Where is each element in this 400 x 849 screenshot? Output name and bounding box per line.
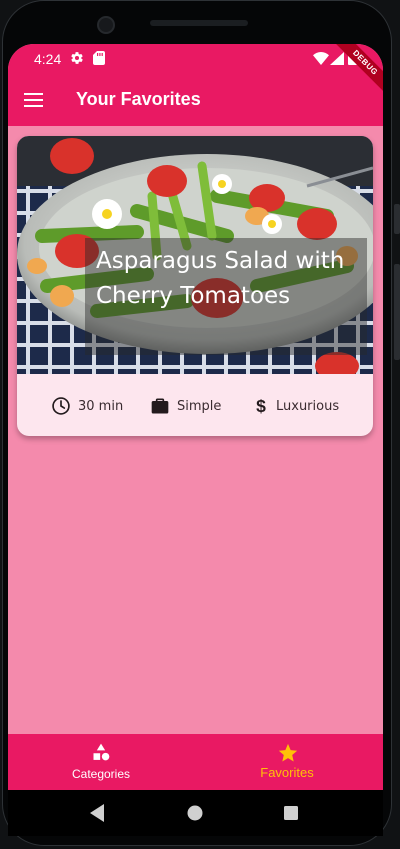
svg-text:$: $ [256,396,266,416]
gear-icon [71,52,83,64]
category-shapes-icon [93,743,110,761]
menu-icon[interactable] [24,90,44,110]
briefcase-icon [151,398,169,414]
affordability-text: Luxurious [276,398,340,414]
dollar-icon: $ [256,396,266,416]
recents-icon[interactable] [283,805,299,821]
status-bar: 4:24 DEBUG [8,44,383,97]
tab-favorites-label: Favorites [260,765,314,780]
meal-image: Asparagus Salad with Cherry Tomatoes [17,136,373,374]
wifi-icon [313,52,329,65]
favorites-list: Asparagus Salad with Cherry Tomatoes 30 … [8,126,383,734]
star-icon [278,743,298,762]
volume-button [394,264,400,360]
meal-card[interactable]: Asparagus Salad with Cherry Tomatoes 30 … [17,136,373,436]
phone-screen: 4:24 DEBUG Your Favorites Asparagus Sala… [8,44,383,790]
meal-meta-row: 30 min Simple $ Luxurious [17,374,373,436]
page-title: Your Favorites [76,89,201,109]
affordability-meta: $ Luxurious [253,395,339,417]
duration-text: 30 min [78,398,124,414]
app-bar: 4:24 DEBUG Your Favorites [8,44,383,126]
complexity-text: Simple [177,398,222,414]
sd-card-icon [93,51,105,65]
duration-meta: 30 min [51,395,123,417]
earpiece-speaker [150,20,248,26]
meal-title-overlay: Asparagus Salad with Cherry Tomatoes [85,238,367,355]
status-time: 4:24 [34,51,62,67]
complexity-meta: Simple [150,395,221,417]
system-navigation-bar [8,790,383,836]
side-button [394,204,400,234]
tab-categories-label: Categories [71,767,131,781]
home-icon[interactable] [186,804,204,822]
device-frame: 4:24 DEBUG Your Favorites Asparagus Sala… [0,0,400,849]
meal-title: Asparagus Salad with Cherry Tomatoes [96,248,345,309]
back-icon[interactable] [90,804,106,822]
bottom-navigation: Categories Favorites [8,734,383,790]
signal-icon [330,52,344,65]
clock-icon [52,397,70,415]
front-camera [97,16,115,34]
tab-favorites[interactable]: Favorites [194,734,380,790]
tab-categories[interactable]: Categories [8,734,194,790]
